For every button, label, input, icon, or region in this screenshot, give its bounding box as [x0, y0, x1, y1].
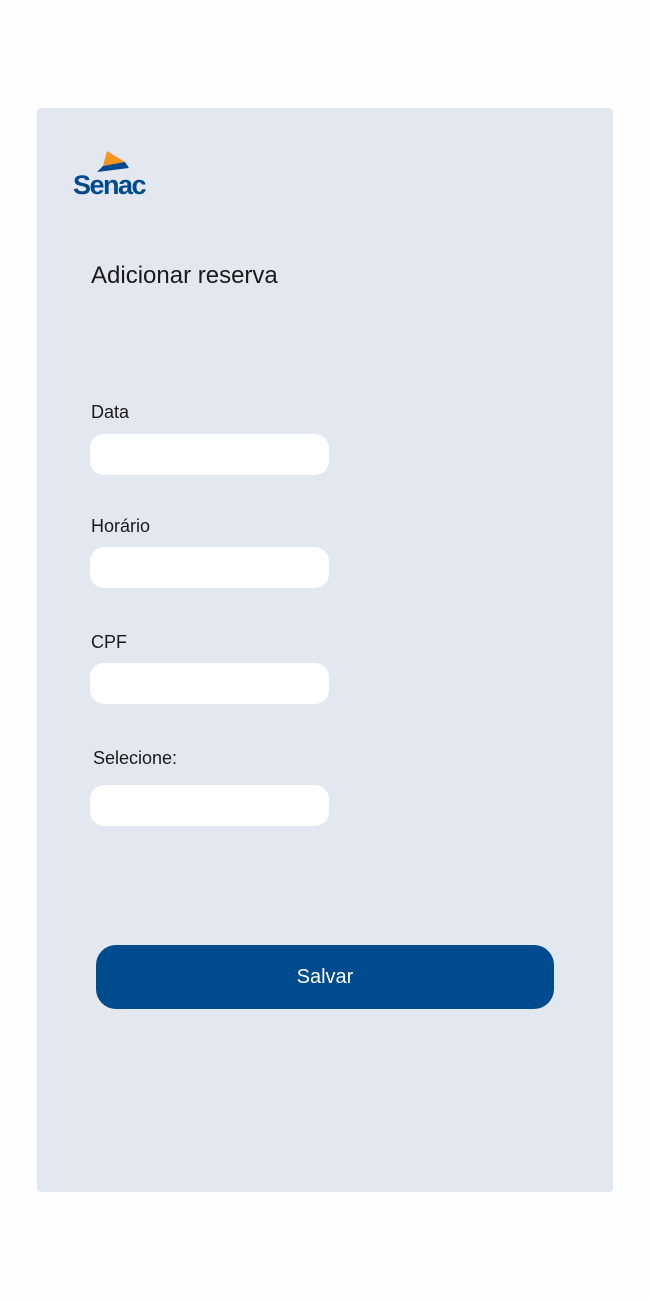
time-label: Horário: [91, 516, 151, 536]
save-button[interactable]: Salvar: [96, 945, 554, 1009]
reservation-card: Senac Adicionar reserva Data Horário CPF…: [37, 108, 613, 1192]
page: Senac Adicionar reserva Data Horário CPF…: [0, 0, 650, 1300]
page-title: Adicionar reserva: [91, 262, 278, 289]
logo-text: Senac: [73, 170, 147, 200]
cpf-label: CPF: [91, 632, 127, 652]
senac-logo: Senac: [73, 148, 173, 208]
cpf-input[interactable]: [90, 663, 329, 704]
select-input[interactable]: [90, 785, 329, 826]
date-label: Data: [91, 402, 130, 422]
time-input[interactable]: [90, 547, 329, 588]
select-label: Selecione:: [93, 748, 178, 768]
date-input[interactable]: [90, 434, 329, 475]
